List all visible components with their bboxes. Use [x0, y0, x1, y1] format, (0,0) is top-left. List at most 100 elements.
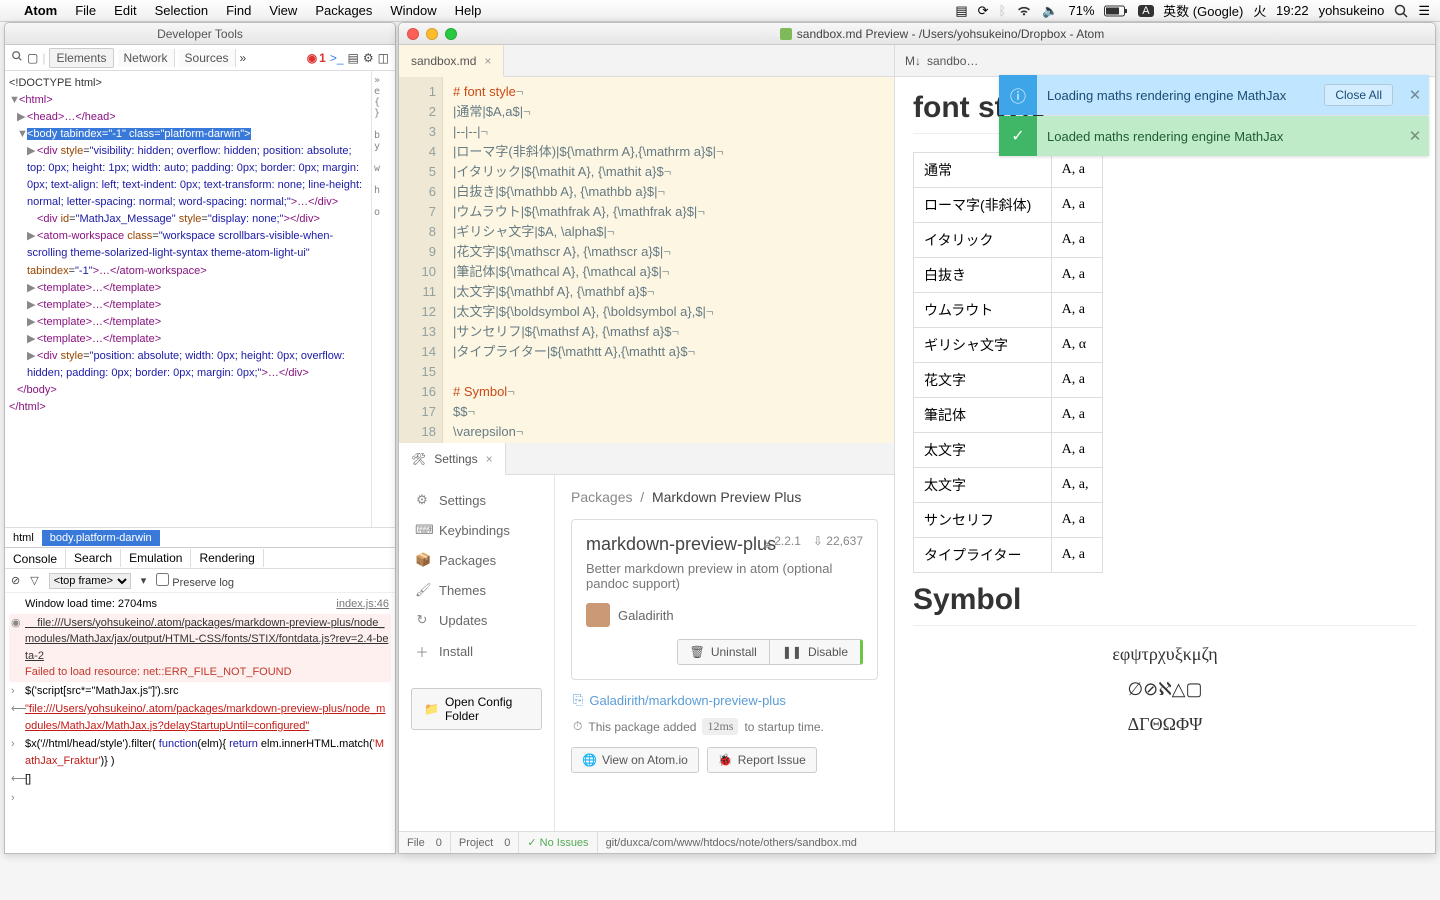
repo-link[interactable]: ⎘Galadirith/markdown-preview-plus — [573, 692, 876, 708]
view-atomio-button[interactable]: 🌐View on Atom.io — [571, 747, 699, 773]
filter-icon[interactable]: ▽ — [30, 574, 38, 587]
close-icon[interactable]: ✕ — [1401, 86, 1429, 104]
preserve-log[interactable]: Preserve log — [156, 573, 234, 589]
battery-status[interactable]: 71% — [1069, 3, 1129, 18]
drawer-rendering[interactable]: Rendering — [191, 549, 263, 567]
close-all-button[interactable]: Close All — [1324, 84, 1393, 106]
devtools-window: Developer Tools ▢ | Elements Network Sou… — [4, 22, 396, 854]
clock[interactable]: 火 19:22 — [1253, 1, 1308, 20]
menu-file[interactable]: File — [75, 3, 96, 18]
nav-settings[interactable]: ⚙Settings — [399, 485, 554, 515]
volume-icon[interactable]: 🔈 — [1042, 3, 1058, 19]
close-icon[interactable]: × — [484, 54, 491, 68]
uninstall-button[interactable]: 🗑Uninstall — [677, 639, 770, 665]
status-project[interactable]: Project 0 — [451, 832, 519, 853]
crumb-html[interactable]: html — [5, 530, 42, 546]
spotlight-icon[interactable] — [1394, 4, 1408, 18]
bug-icon: 🐞 — [718, 753, 733, 767]
disable-button[interactable]: ❚❚Disable — [770, 639, 863, 665]
markdown-icon: M↓ — [905, 54, 921, 68]
text-editor[interactable]: 123456789101112131415161718 # font style… — [399, 77, 894, 443]
status-file[interactable]: File 0 — [399, 832, 451, 853]
drawer-icon[interactable]: ▤ — [348, 51, 359, 65]
nav-keybindings[interactable]: ⌨Keybindings — [399, 515, 554, 545]
dom-tree[interactable]: <!DOCTYPE html> ▼<html> ▶<head>…</head> … — [5, 71, 371, 527]
tab-sandbox[interactable]: sandbox.md× — [399, 45, 504, 77]
settings-icon[interactable]: ⚙ — [363, 51, 374, 65]
preview-tab[interactable]: M↓sandbo… — [895, 45, 988, 76]
package-author[interactable]: Galadirith — [586, 603, 863, 627]
plus-icon: ＋ — [415, 642, 429, 661]
search-icon[interactable] — [11, 50, 23, 65]
dom-breadcrumb: html body.platform-darwin — [5, 527, 395, 547]
user-name[interactable]: yohsukeino — [1319, 3, 1385, 18]
nav-updates[interactable]: ↻Updates — [399, 605, 554, 635]
menu-find[interactable]: Find — [226, 3, 251, 18]
tabs-more[interactable]: » — [240, 51, 247, 65]
code-area[interactable]: # font style¬|通常|$A,a$|¬|--|--|¬|ローマ字(非斜… — [443, 77, 894, 443]
open-config-button[interactable]: 📁Open Config Folder — [411, 688, 542, 730]
nav-install[interactable]: ＋Install — [399, 635, 554, 668]
tab-elements[interactable]: Elements — [49, 48, 113, 68]
bluetooth-icon[interactable]: ᛒ — [999, 3, 1007, 18]
devtools-title: Developer Tools — [5, 23, 395, 45]
menu-icon[interactable]: ☰ — [1418, 3, 1430, 19]
settings-breadcrumb: Packages / Markdown Preview Plus — [571, 489, 878, 505]
window-title: sandbox.md Preview - /Users/yohsukeino/D… — [797, 27, 1104, 41]
clock-icon: ⏱ — [573, 719, 582, 734]
menu-edit[interactable]: Edit — [114, 3, 136, 18]
console-toggle-icon[interactable]: >_ — [330, 51, 344, 65]
styles-pane[interactable]: »e{}bywho — [371, 71, 395, 527]
menu-help[interactable]: Help — [455, 3, 482, 18]
status-icon[interactable]: ▤ — [955, 3, 967, 19]
atom-window: sandbox.md Preview - /Users/yohsukeino/D… — [398, 22, 1436, 854]
report-issue-button[interactable]: 🐞Report Issue — [707, 747, 817, 773]
drawer-console[interactable]: Console — [5, 548, 66, 568]
sliders-icon: ⚙ — [415, 492, 429, 508]
settings-pane: 🛠Settings× ⚙Settings ⌨Keybindings 📦Packa… — [399, 443, 894, 831]
preview-heading: Symbol — [913, 583, 1417, 626]
console-input[interactable] — [25, 790, 389, 807]
ime-status[interactable]: A 英数 (Google) — [1138, 1, 1243, 20]
menu-app[interactable]: Atom — [24, 3, 57, 18]
error-count[interactable]: ◉ 1 — [307, 51, 326, 65]
crumb-body[interactable]: body.platform-darwin — [42, 530, 160, 546]
nav-packages[interactable]: 📦Packages — [399, 545, 554, 575]
sync-icon[interactable]: ⟳ — [978, 3, 989, 19]
wifi-icon[interactable] — [1016, 5, 1032, 17]
package-card: markdown-preview-plus ⩣ 2.2.1 ⇩ 22,637 B… — [571, 519, 878, 680]
clear-icon[interactable]: ⊘ — [11, 574, 20, 587]
drawer-emulation[interactable]: Emulation — [121, 549, 191, 567]
close-icon[interactable]: ✕ — [1401, 127, 1429, 145]
drawer-search[interactable]: Search — [66, 549, 121, 567]
menu-window[interactable]: Window — [390, 3, 436, 18]
version: ⩣ 2.2.1 — [764, 534, 801, 549]
notification-info: ⓘ Loading maths rendering engine MathJax… — [999, 75, 1429, 115]
minimize-button[interactable] — [426, 28, 438, 40]
avatar — [586, 603, 610, 627]
frame-select[interactable]: <top frame> — [49, 573, 131, 589]
pause-icon: ❚❚ — [782, 645, 802, 659]
status-path[interactable]: git/duxca/com/www/htdocs/note/others/san… — [598, 832, 865, 853]
settings-main: Packages / Markdown Preview Plus markdow… — [555, 475, 894, 831]
menu-selection[interactable]: Selection — [155, 3, 208, 18]
symbol-line: ΔΓΘΩΦΨ — [913, 714, 1417, 735]
console[interactable]: Window load time: 2704msindex.js:46 ◉ fi… — [5, 593, 395, 853]
close-icon[interactable]: × — [486, 452, 493, 466]
device-icon[interactable]: ▢ — [27, 51, 38, 65]
preview-pane[interactable]: M↓sandbo… font style 通常A, aローマ字(非斜体)A, a… — [895, 45, 1435, 831]
nav-themes[interactable]: 🖌Themes — [399, 575, 554, 605]
body-element[interactable]: ▼<body tabindex="-1" class="platform-dar… — [9, 126, 367, 143]
macos-menubar: Atom File Edit Selection Find View Packa… — [0, 0, 1440, 22]
status-issues[interactable]: ✓ No Issues — [519, 832, 597, 853]
menu-packages[interactable]: Packages — [315, 3, 372, 18]
trash-icon: 🗑 — [690, 645, 705, 659]
tab-sources[interactable]: Sources — [179, 49, 236, 67]
tab-network[interactable]: Network — [118, 49, 175, 67]
tab-settings[interactable]: 🛠Settings× — [399, 443, 506, 475]
close-button[interactable] — [407, 28, 419, 40]
regex-icon[interactable]: ▾ — [141, 574, 147, 587]
menu-view[interactable]: View — [269, 3, 297, 18]
zoom-button[interactable] — [445, 28, 457, 40]
dock-icon[interactable]: ◫ — [378, 51, 389, 65]
